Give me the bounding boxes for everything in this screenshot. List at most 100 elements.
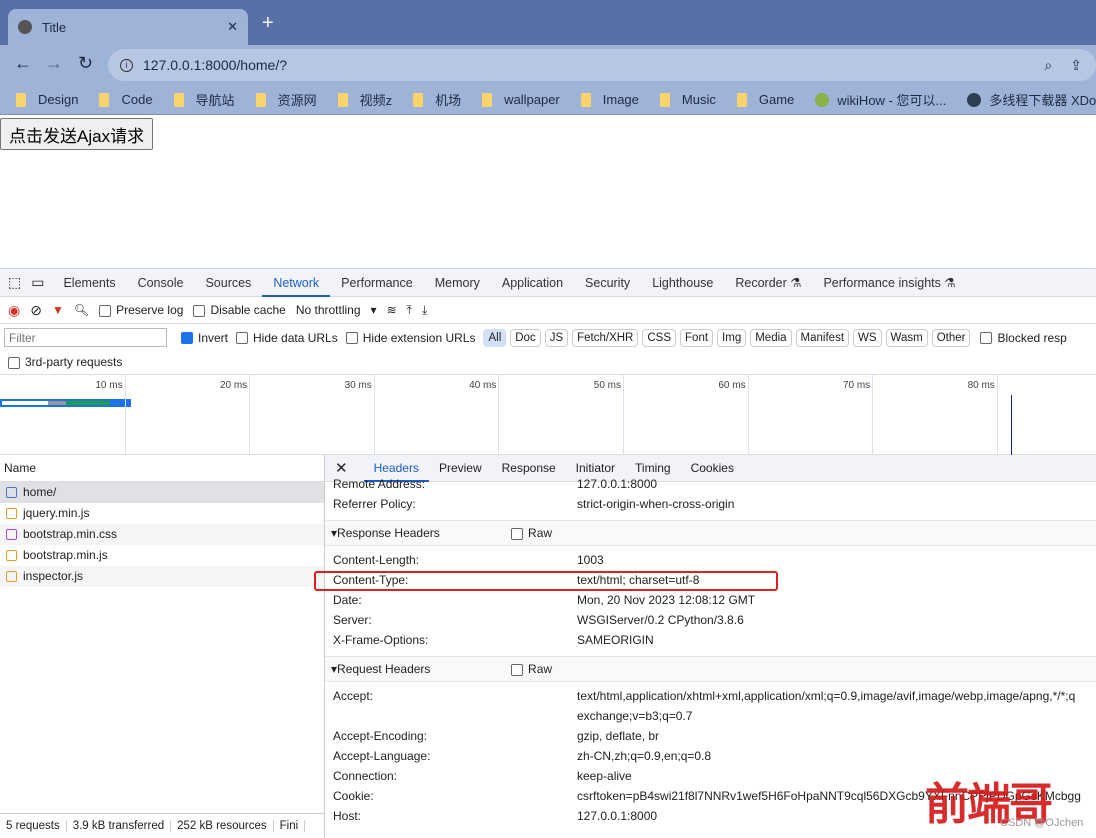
bookmark-0[interactable]: Design xyxy=(16,92,78,107)
throttling-select[interactable]: No throttling ▾ xyxy=(296,303,377,317)
bookmark-5[interactable]: 机场 xyxy=(413,90,461,109)
response-headers-section-raw-checkbox[interactable]: Raw xyxy=(511,520,552,546)
section-title: Response Headers xyxy=(337,526,440,540)
request-row[interactable]: home/ xyxy=(0,482,324,503)
filter-chip-media[interactable]: Media xyxy=(750,328,792,347)
close-tab-icon[interactable]: ✕ xyxy=(227,19,238,35)
tab-security[interactable]: Security xyxy=(574,269,641,297)
upload-icon[interactable]: ⤒ xyxy=(407,303,412,318)
tab-console[interactable]: Console xyxy=(127,269,195,297)
disable-cache-checkbox[interactable]: Disable cache xyxy=(193,303,286,317)
filter-chip-manifest[interactable]: Manifest xyxy=(795,328,850,347)
folder-icon xyxy=(482,92,493,107)
hide-extension-urls-checkbox[interactable]: Hide extension URLs xyxy=(345,331,475,345)
header-name: Accept-Language: xyxy=(333,749,431,763)
bookmark-2[interactable]: 导航站 xyxy=(173,90,235,109)
reload-icon[interactable]: ↻ xyxy=(78,53,93,74)
tab-lighthouse[interactable]: Lighthouse xyxy=(641,269,724,297)
browser-tab[interactable]: Title ✕ xyxy=(8,9,248,45)
zoom-icon[interactable]: ⌕ xyxy=(1044,57,1052,74)
clear-icon[interactable]: ⊘ xyxy=(30,302,42,319)
bookmark-3[interactable]: 资源网 xyxy=(255,90,317,109)
address-bar[interactable]: i 127.0.0.1:8000/home/? ⌕ ⇪ xyxy=(108,49,1096,81)
filter-chip-fetch-xhr[interactable]: Fetch/XHR xyxy=(572,328,639,347)
header-row: Accept-Language: zh-CN,zh;q=0.9,en;q=0.8 xyxy=(325,746,1096,766)
request-row[interactable]: bootstrap.min.css xyxy=(0,524,324,545)
filter-chip-doc[interactable]: Doc xyxy=(510,328,541,347)
header-name xyxy=(325,706,577,726)
header-value: 127.0.0.1:8000 xyxy=(577,809,658,823)
filter-row: Invert Hide data URLs Hide extension URL… xyxy=(0,324,1096,351)
invert-checkbox[interactable]: Invert xyxy=(181,331,228,345)
document-icon xyxy=(6,487,17,498)
bookmark-8[interactable]: Music xyxy=(659,92,716,107)
detail-tab-cookies[interactable]: Cookies xyxy=(681,455,744,482)
send-ajax-button[interactable]: 点击发送Ajax请求 xyxy=(0,118,154,150)
info-icon[interactable]: i xyxy=(120,58,133,72)
request-headers-section-raw-checkbox[interactable]: Raw xyxy=(511,656,552,682)
tab-application[interactable]: Application xyxy=(491,269,574,297)
request-row[interactable]: inspector.js xyxy=(0,566,324,587)
record-icon[interactable]: ◉ xyxy=(8,302,20,319)
bookmark-label: 多线程下载器 XDo... xyxy=(989,93,1096,108)
tab-elements[interactable]: Elements xyxy=(52,269,126,297)
new-tab-button[interactable]: + xyxy=(262,12,274,35)
filter-icon[interactable]: ▼ xyxy=(52,303,64,317)
wifi-icon[interactable]: ≋ xyxy=(387,303,397,317)
tab-network[interactable]: Network xyxy=(262,269,331,297)
filter-chip-all[interactable]: All xyxy=(483,328,507,347)
timeline-tick: 40 ms xyxy=(469,375,500,455)
tick-label: 40 ms xyxy=(469,380,497,391)
filter-input[interactable] xyxy=(4,328,167,347)
request-row[interactable]: jquery.min.js xyxy=(0,503,324,524)
bookmark-1[interactable]: Code xyxy=(99,92,153,107)
url-text: 127.0.0.1:8000/home/? xyxy=(143,57,288,73)
search-icon[interactable]: 🔍︎ xyxy=(74,303,89,317)
bookmark-11[interactable]: 多线程下载器 XDo... xyxy=(967,90,1096,109)
inspect-icon[interactable]: ⬚ xyxy=(0,274,29,291)
bookmark-6[interactable]: wallpaper xyxy=(482,92,560,107)
browser-toolbar: ← → ↻ i 127.0.0.1:8000/home/? ⌕ ⇪ xyxy=(0,45,1096,85)
device-toggle-icon[interactable]: ▭ xyxy=(29,274,52,291)
filter-chip-ws[interactable]: WS xyxy=(853,328,882,347)
filter-chip-js[interactable]: JS xyxy=(544,328,569,347)
bookmark-4[interactable]: 视频z xyxy=(337,90,392,109)
filter-chip-wasm[interactable]: Wasm xyxy=(885,328,928,347)
request-headers-section[interactable]: ▾ Request Headers Raw xyxy=(325,656,1096,682)
filter-chip-font[interactable]: Font xyxy=(680,328,714,347)
tab-memory[interactable]: Memory xyxy=(424,269,491,297)
tab-performance-insights-[interactable]: Performance insights ⚗ xyxy=(812,269,966,297)
status-item: 3.9 kB transferred xyxy=(67,819,172,832)
tab-sources[interactable]: Sources xyxy=(194,269,262,297)
folder-icon xyxy=(173,92,184,107)
download-icon[interactable]: ⤓ xyxy=(422,303,427,318)
filter-chip-css[interactable]: CSS xyxy=(642,328,677,347)
forward-icon[interactable]: → xyxy=(45,53,63,74)
third-party-checkbox[interactable]: 3rd-party requests xyxy=(8,355,122,369)
header-value: text/html,application/xhtml+xml,applicat… xyxy=(577,689,1076,703)
response-headers-section[interactable]: ▾ Response Headers Raw xyxy=(325,520,1096,546)
network-timeline[interactable]: 10 ms 20 ms 30 ms 40 ms 50 ms 60 ms 70 ms 80 ms xyxy=(0,374,1096,455)
bookmark-9[interactable]: Game xyxy=(736,92,794,107)
tab-recorder-[interactable]: Recorder ⚗ xyxy=(724,269,812,297)
blocked-responses-checkbox[interactable]: Blocked resp xyxy=(980,331,1067,345)
filter-chip-img[interactable]: Img xyxy=(717,328,747,347)
timeline-bar-queue xyxy=(2,401,48,405)
tick-label: 30 ms xyxy=(344,380,372,391)
header-name: Host: xyxy=(333,809,362,823)
header-name: X-Frame-Options: xyxy=(333,633,429,647)
bookmark-label: 机场 xyxy=(435,93,462,108)
credit: CSDN @OJchen xyxy=(1000,817,1084,829)
request-row[interactable]: bootstrap.min.js xyxy=(0,545,324,566)
bookmark-label: wikiHow - 您可以... xyxy=(837,93,947,108)
header-name: Date: xyxy=(333,593,362,607)
preserve-log-checkbox[interactable]: Preserve log xyxy=(99,303,183,317)
share-icon[interactable]: ⇪ xyxy=(1070,57,1082,74)
name-column-header[interactable]: Name xyxy=(0,455,324,482)
back-icon[interactable]: ← xyxy=(14,53,32,74)
bookmark-7[interactable]: Image xyxy=(580,92,639,107)
filter-chip-other[interactable]: Other xyxy=(931,328,971,347)
hide-data-urls-checkbox[interactable]: Hide data URLs xyxy=(236,331,338,345)
bookmark-10[interactable]: wikiHow - 您可以... xyxy=(815,90,946,109)
tab-performance[interactable]: Performance xyxy=(330,269,424,297)
